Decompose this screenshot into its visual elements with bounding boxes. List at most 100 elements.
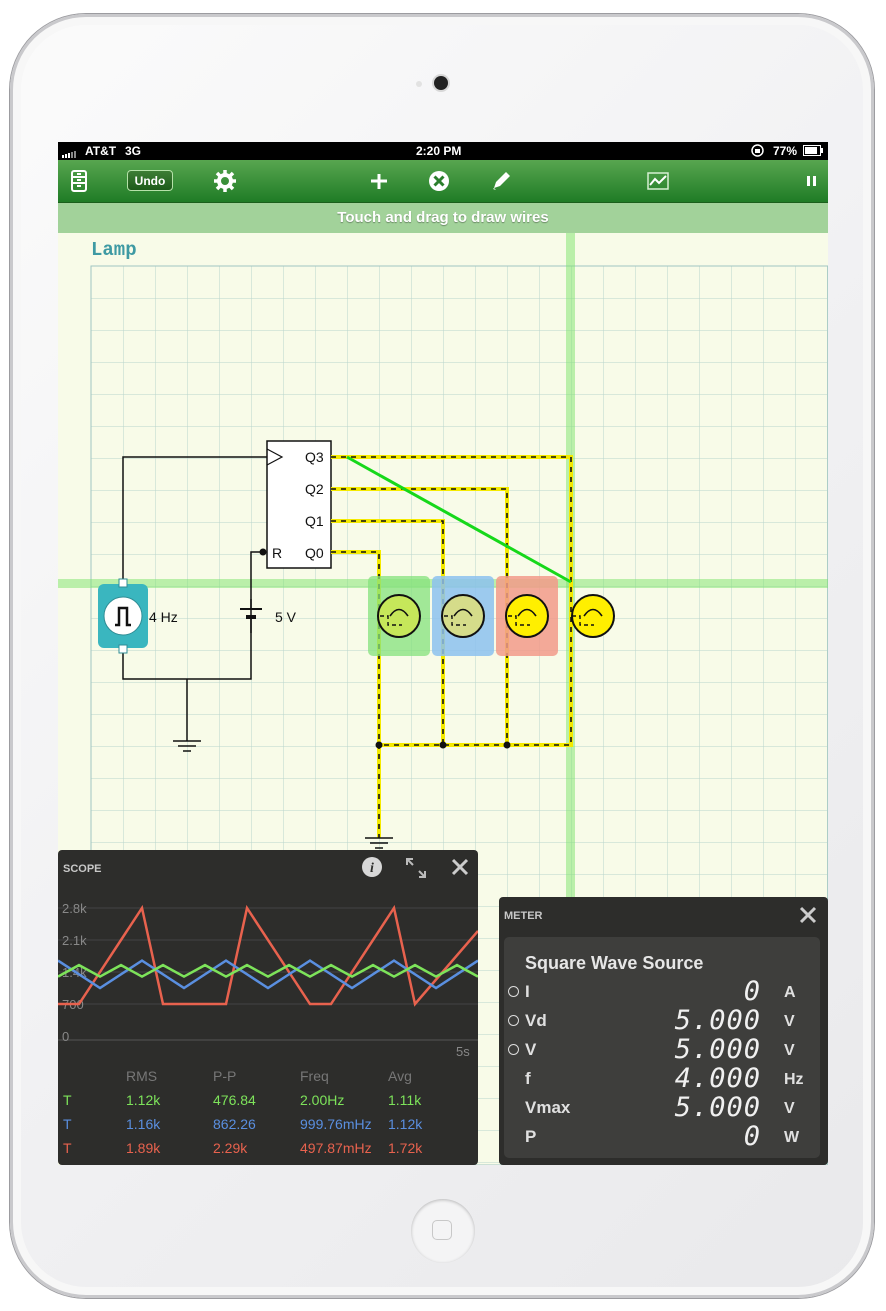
pin-q1: Q1 [305,513,324,529]
meter-title: METER [504,910,543,922]
close-meter-icon[interactable] [798,905,818,930]
close-scope-icon[interactable] [450,857,470,882]
meter-row-vd[interactable]: Vd 5.000 V [504,1005,820,1036]
meter-unit: V [784,1042,795,1059]
trace-label: T [63,1116,72,1132]
clock: 2:20 PM [416,144,462,158]
scope-panel: SCOPE i 2.8k 2.1k 1.4k 700 0 5s RMS P-P Freq … [58,850,478,1165]
meter-unit: V [784,1100,795,1117]
meter-value: 5.000 [674,1092,761,1123]
y-tick-label: 0 [62,1029,69,1044]
col-avg: Avg [388,1068,412,1084]
lamp-0[interactable] [377,594,421,638]
lamp-2[interactable] [505,594,549,638]
meter-label: P [525,1127,537,1146]
pin-q3: Q3 [305,449,324,465]
delete-icon[interactable] [427,169,451,193]
rms-value: 1.12k [126,1092,161,1108]
undo-button[interactable]: Undo [127,170,173,191]
table-row: T 1.89k 2.29k 497.87mHz 1.72k [58,1140,478,1162]
battery-percent: 77% [773,144,798,158]
source-frequency-label: 4 Hz [149,609,178,625]
meter-label: Vd [525,1011,547,1030]
col-freq: Freq [300,1068,329,1084]
scope-trace-0 [58,904,478,1007]
meter-values: I 0 A Vd 5.000 V V 5.000 Vf 4.000 Hz Vmax 5.000 V P 0 W [504,976,820,1158]
scope-header-row: RMS P-P Freq Avg [58,1068,478,1090]
pp-value: 2.29k [213,1140,248,1156]
graph-icon[interactable] [646,169,670,193]
rms-value: 1.16k [126,1116,161,1132]
freq-value: 497.87mHz [300,1140,372,1156]
avg-value: 1.72k [388,1140,423,1156]
pin-q2: Q2 [305,481,324,497]
signal-icon [62,147,78,161]
meter-row-vmax: Vmax 5.000 V [504,1092,820,1123]
meter-value: 5.000 [674,1034,761,1065]
expand-icon[interactable] [404,856,428,885]
avg-value: 1.11k [388,1092,422,1108]
col-rms: RMS [126,1068,158,1084]
meter-label: f [525,1069,531,1088]
meter-unit: A [784,984,796,1001]
trace-label: T [63,1140,72,1156]
carrier: AT&T [85,144,117,158]
pp-value: 862.26 [213,1116,256,1132]
network-type: 3G [125,144,142,158]
status-bar: AT&T 3G 2:20 PM 77% [58,142,828,160]
meter-unit: V [784,1013,795,1030]
meter-label: I [525,982,530,1001]
scope-title: SCOPE [63,863,102,875]
meter-value: 5.000 [674,1005,761,1036]
front-camera [434,76,448,90]
home-button-icon [432,1220,452,1240]
trace-label: T [63,1092,72,1108]
library-icon[interactable] [67,169,91,193]
svg-text:i: i [370,861,374,876]
sensor [416,81,422,87]
meter-value: 0 [743,976,761,1007]
lamp-3[interactable] [571,594,615,638]
x-end-label: 5s [456,1044,470,1059]
meter-value: 4.000 [674,1063,761,1094]
table-row: T 1.12k 476.84 2.00Hz 1.11k [58,1092,478,1114]
meter-panel: METER Square Wave Source I 0 A Vd 5.000 V V 5.0… [499,897,828,1165]
avg-value: 1.12k [388,1116,423,1132]
radio-button[interactable] [508,1015,519,1026]
rms-value: 1.89k [126,1140,161,1156]
meter-row-f: f 4.000 Hz [504,1063,820,1094]
freq-value: 2.00Hz [300,1092,345,1108]
y-tick-label: 2.8k [62,901,87,916]
battery-icon [803,145,823,159]
meter-row-i[interactable]: I 0 A [504,976,820,1007]
freq-value: 999.76mHz [300,1116,372,1132]
scope-chart[interactable]: 2.8k2.1k1.4k70005s [58,890,478,1070]
meter-row-v[interactable]: V 5.000 V [504,1034,820,1065]
gear-icon[interactable] [213,169,237,193]
lamp-1[interactable] [441,594,485,638]
meter-unit: Hz [784,1071,804,1088]
meter-label: Vmax [525,1098,571,1117]
hint-banner: Touch and drag to draw wires [58,203,828,233]
pp-value: 476.84 [213,1092,256,1108]
reset-bubble [259,548,267,556]
col-pp: P-P [213,1068,237,1084]
rotation-lock-icon [750,143,765,161]
battery-voltage-label: 5 V [275,609,297,625]
add-icon[interactable] [367,169,391,193]
info-icon[interactable]: i [361,856,383,883]
meter-heading: Square Wave Source [525,953,704,973]
meter-unit: W [784,1129,800,1146]
app-screen: AT&T 3G 2:20 PM 77% Undo Touch and drag … [58,142,828,1165]
pin-reset: R [272,545,283,561]
square-wave-source[interactable] [98,578,148,654]
pause-icon[interactable] [800,169,824,193]
y-tick-label: 2.1k [62,933,87,948]
radio-button[interactable] [508,1044,519,1055]
pencil-icon[interactable] [489,169,513,193]
pin-q0: Q0 [305,545,324,561]
radio-button[interactable] [508,986,519,997]
meter-row-p: P 0 W [504,1121,820,1152]
table-row: T 1.16k 862.26 999.76mHz 1.12k [58,1116,478,1138]
toolbar: Undo [58,160,828,203]
